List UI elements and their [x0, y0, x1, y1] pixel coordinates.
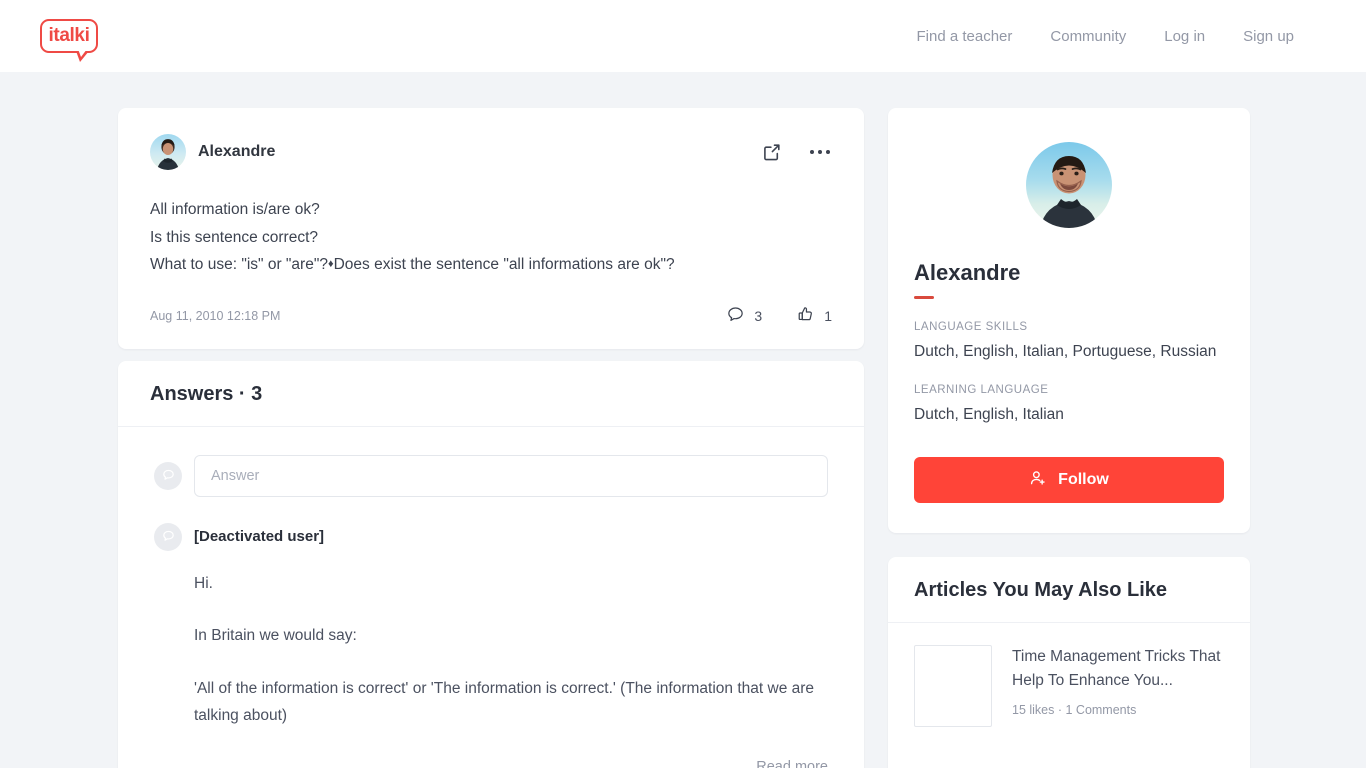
question-line-2: Is this sentence correct? [150, 228, 318, 246]
answer-paragraph: Hi. [194, 574, 213, 592]
article-list-item[interactable]: 24 Expressions To Describe People In Eng… [888, 747, 1250, 768]
follow-button-label: Follow [1058, 471, 1109, 489]
logo-bubble-shape: italki [40, 19, 98, 53]
answer-author-row: [Deactivated user] [154, 522, 828, 551]
question-header: Alexandre [150, 134, 832, 170]
article-title: Time Management Tricks That Help To Enha… [1012, 648, 1221, 689]
answer-item: [Deactivated user] Hi. In Britain we wou… [118, 522, 864, 768]
profile-card: Alexandre LANGUAGE SKILLS Dutch, English… [888, 108, 1250, 534]
language-skills-label: LANGUAGE SKILLS [914, 321, 1028, 333]
nav-find-a-teacher[interactable]: Find a teacher [917, 28, 1013, 45]
italki-logo[interactable]: italki [40, 19, 98, 62]
article-meta: 15 likes · 1 Comments [1012, 703, 1137, 718]
avatar[interactable] [1026, 142, 1112, 228]
nav-log-in[interactable]: Log in [1164, 28, 1205, 45]
question-stats: 3 1 [726, 305, 832, 327]
read-more-link[interactable]: ...Read more [194, 755, 828, 768]
language-skills-value: Dutch, English, Italian, Portuguese, Rus… [914, 343, 1217, 360]
answer-input[interactable] [194, 454, 828, 497]
answer-compose-row [118, 427, 864, 523]
comment-count-value: 3 [754, 307, 763, 324]
question-timestamp: Aug 11, 2010 12:18 PM [150, 308, 281, 323]
comment-count-button[interactable]: 3 [726, 305, 762, 327]
question-actions [762, 142, 832, 162]
answer-author-name: [Deactivated user] [194, 528, 325, 546]
default-avatar-icon[interactable] [154, 522, 182, 551]
logo-tail-shape [76, 49, 89, 62]
main-nav: Find a teacher Community Log in Sign up [917, 28, 1295, 45]
learning-language-label: LEARNING LANGUAGE [914, 384, 1049, 397]
answers-heading: Answers · 3 [118, 361, 864, 427]
nav-sign-up[interactable]: Sign up [1243, 28, 1294, 45]
follow-button[interactable]: Follow [914, 457, 1224, 504]
sidebar: Alexandre LANGUAGE SKILLS Dutch, English… [888, 108, 1250, 768]
logo-text: italki [48, 25, 90, 46]
answer-body: Hi. In Britain we would say: 'All of the… [194, 571, 828, 768]
page-body: Alexandre All information is/are ok? Is … [0, 72, 1366, 768]
share-icon[interactable] [762, 142, 782, 162]
main-column: Alexandre All information is/are ok? Is … [118, 108, 864, 768]
answer-paragraph: In Britain we would say: [194, 627, 357, 645]
question-footer: Aug 11, 2010 12:18 PM 3 1 [150, 305, 832, 327]
question-line-3b: Does exist the sentence "all information… [333, 256, 675, 274]
question-line-3a: What to use: "is" or "are"? [150, 256, 328, 274]
like-count-button[interactable]: 1 [796, 305, 832, 327]
articles-card: Articles You May Also Like Time Manageme… [888, 557, 1250, 768]
name-accent-rule [914, 296, 934, 299]
like-count-value: 1 [824, 307, 832, 324]
profile-name: Alexandre [914, 260, 1021, 285]
articles-heading: Articles You May Also Like [888, 557, 1250, 624]
answer-paragraph: 'All of the information is correct' or '… [194, 680, 815, 724]
answers-card: Answers · 3 [Deactivated user] [118, 360, 864, 768]
comment-icon [726, 305, 745, 327]
thumbs-up-icon [796, 305, 815, 327]
avatar[interactable] [150, 134, 186, 170]
question-body: All information is/are ok? Is this sente… [150, 196, 832, 279]
article-text-block: Time Management Tricks That Help To Enha… [1012, 645, 1224, 717]
question-line-3: What to use: "is" or "are"?♦Does exist t… [150, 251, 832, 279]
learning-language-value: Dutch, English, Italian [914, 406, 1064, 424]
more-options-icon[interactable] [808, 144, 832, 160]
site-header: italki Find a teacher Community Log in S… [0, 0, 1366, 72]
nav-community[interactable]: Community [1050, 28, 1126, 45]
default-avatar-icon [154, 461, 182, 490]
article-thumbnail [914, 645, 992, 728]
person-add-icon [1029, 469, 1047, 492]
question-author-name[interactable]: Alexandre [198, 143, 275, 161]
question-card: Alexandre All information is/are ok? Is … [118, 108, 864, 349]
article-list-item[interactable]: Time Management Tricks That Help To Enha… [888, 623, 1250, 747]
question-line-1: All information is/are ok? [150, 201, 320, 218]
